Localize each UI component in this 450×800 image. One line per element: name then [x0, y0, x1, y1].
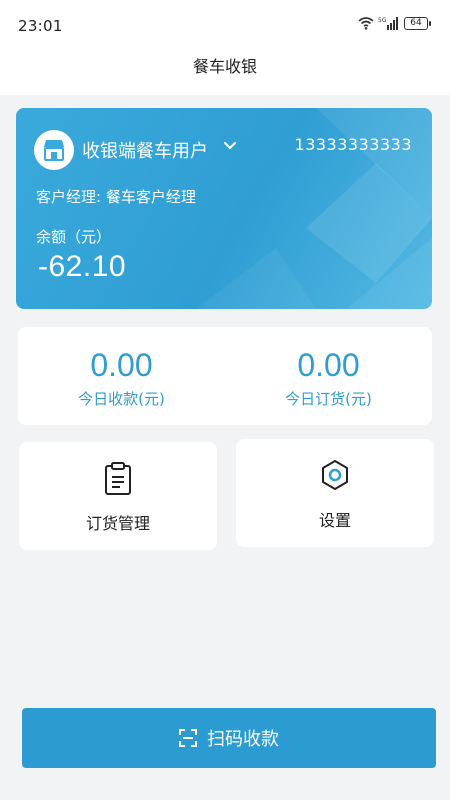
status-icons: 5G 64: [358, 13, 431, 33]
clipboard-icon: [105, 462, 131, 495]
scan-icon: [179, 729, 197, 747]
page-title: 餐车收银: [192, 57, 257, 76]
order-management-tile[interactable]: 订货管理: [19, 442, 217, 550]
gear-icon: [322, 460, 348, 490]
store-icon: [44, 140, 64, 161]
chevron-down-icon[interactable]: [223, 141, 237, 151]
balance-label: 余额（元）: [36, 228, 112, 246]
phone-number: 13333333333: [294, 135, 412, 154]
scan-button-label: 扫码收款: [207, 729, 279, 750]
battery-icon: 64: [404, 16, 431, 30]
today-receipts-label: 今日收款(元): [78, 390, 165, 408]
status-time: 23:01: [18, 17, 63, 35]
balance-value: -62.10: [38, 250, 127, 283]
wifi-icon: [358, 17, 374, 30]
top-bar: 23:01 5G 64 餐车收银: [0, 0, 450, 95]
user-name[interactable]: 收银端餐车用户: [82, 137, 208, 163]
order-management-label: 订货管理: [85, 514, 150, 533]
scan-to-collect-button[interactable]: 扫码收款: [22, 708, 436, 768]
today-orders: 0.00 今日订货(元): [225, 327, 432, 425]
today-orders-label: 今日订货(元): [285, 390, 372, 408]
settings-tile[interactable]: 设置: [236, 439, 434, 547]
today-orders-value: 0.00: [297, 347, 360, 383]
today-receipts: 0.00 今日收款(元): [18, 327, 225, 425]
today-receipts-value: 0.00: [90, 347, 153, 383]
account-manager: 客户经理: 餐车客户经理: [36, 186, 196, 207]
signal-icon: 5G: [378, 17, 398, 30]
store-avatar[interactable]: [34, 130, 74, 170]
settings-label: 设置: [318, 511, 351, 530]
manager-name: 餐车客户经理: [105, 188, 196, 206]
manager-label: 客户经理:: [36, 188, 102, 206]
account-card: 收银端餐车用户 13333333333 客户经理: 餐车客户经理 余额（元） -…: [16, 108, 432, 309]
today-stats-card: 0.00 今日收款(元) 0.00 今日订货(元): [18, 327, 432, 425]
network-label: 5G: [378, 17, 387, 24]
